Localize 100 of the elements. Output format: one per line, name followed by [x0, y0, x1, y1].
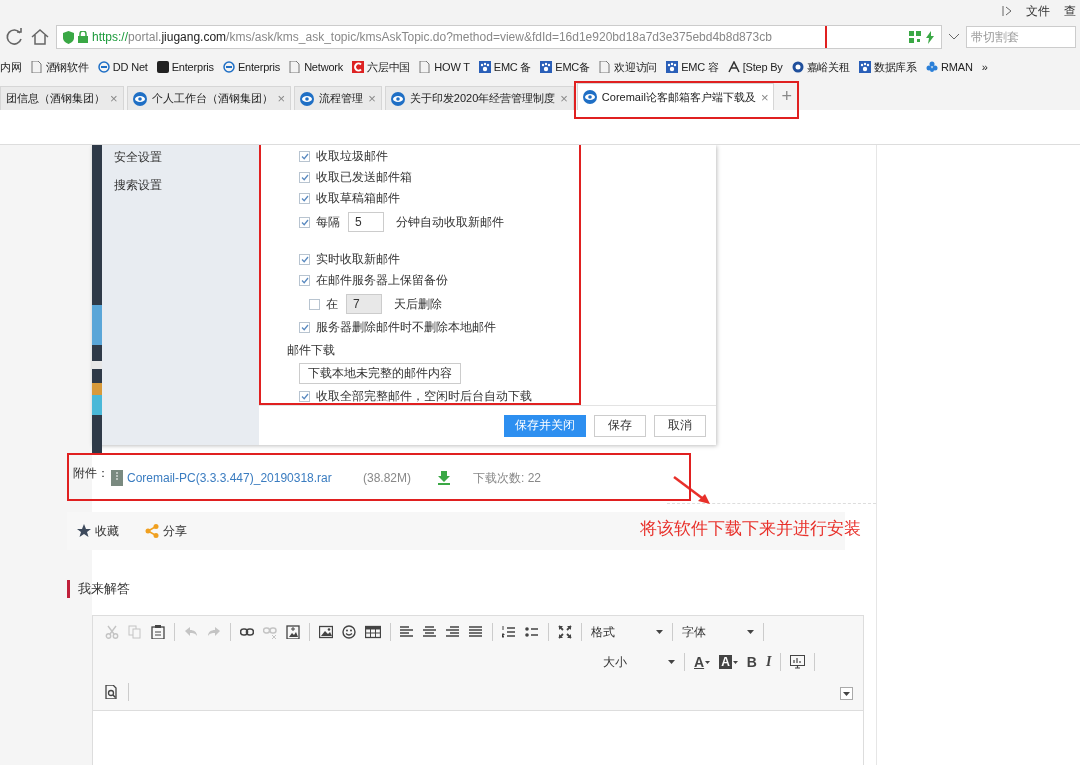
bookmark-link[interactable]: DD Net	[112, 61, 148, 73]
lightning-icon[interactable]	[925, 30, 935, 44]
sidebar-toggle-icon[interactable]	[1002, 5, 1012, 17]
attachment-label: 附件：	[73, 465, 109, 482]
browser-tab[interactable]: 流程管理 ×	[294, 86, 382, 110]
bookmark-link[interactable]: »	[981, 61, 988, 73]
checkbox[interactable]	[299, 151, 310, 162]
eye-logo-icon	[390, 91, 405, 106]
justify-icon[interactable]	[469, 625, 483, 639]
paw-icon	[858, 61, 871, 73]
expand-icon[interactable]	[558, 625, 572, 639]
dropdown[interactable]: 大小	[603, 653, 675, 671]
dialog-button[interactable]: 保存	[594, 414, 646, 437]
url-text[interactable]: https://portal.jiugang.com/kms/ask/kms_ask_topic/kmsAskTopic.do?method=view&fdId=16d1e920bd18a7d3e375ebd4b8d873cb	[92, 30, 772, 44]
checkbox[interactable]	[299, 254, 310, 265]
expand-toolbar-button[interactable]	[840, 687, 853, 700]
close-icon[interactable]: ×	[760, 89, 769, 105]
download-icon[interactable]	[437, 471, 451, 485]
annotation-text: 将该软件下载下来并进行安装	[640, 518, 861, 540]
settings-nav-item[interactable]: 搜索设置	[102, 177, 259, 205]
bold-button[interactable]: B	[746, 654, 757, 670]
checkbox[interactable]	[299, 322, 310, 333]
action-link[interactable]: 收藏	[95, 522, 119, 540]
paw-icon	[478, 61, 491, 73]
settings-nav-item[interactable]: 安全设置	[102, 149, 259, 177]
qr-code-icon[interactable]	[909, 31, 921, 43]
dropdown[interactable]: 格式	[591, 623, 663, 641]
number-field[interactable]: 7	[346, 294, 382, 314]
bookmark-link[interactable]: EMC 备	[493, 59, 532, 75]
bookmark-link[interactable]: EMC备	[555, 59, 590, 75]
download-count: 下载次数: 22	[473, 469, 541, 487]
checkbox[interactable]	[299, 391, 310, 402]
browser-tab[interactable]: 个人工作台（酒钢集团） ×	[126, 86, 292, 110]
menu-item[interactable]: 查	[1064, 2, 1076, 20]
check-mark-icon	[300, 218, 309, 226]
document-search-icon[interactable]	[105, 685, 119, 699]
eye-logo-icon	[132, 91, 147, 106]
table-icon[interactable]	[365, 625, 381, 639]
bookmark-link[interactable]: 内网	[0, 59, 22, 75]
bookmark-link[interactable]: RMAN	[941, 61, 973, 73]
search-field[interactable]: 带切割套	[966, 26, 1076, 48]
bookmark-link[interactable]: [Step By	[742, 61, 783, 73]
paw-icon	[666, 61, 679, 73]
bookmark-link[interactable]: Enterpris	[237, 61, 281, 73]
align-right-icon[interactable]	[446, 625, 460, 639]
browser-tab[interactable]: 团信息（酒钢集团） ×	[0, 86, 124, 110]
check-mark-icon	[300, 393, 309, 400]
option-label: 分钟自动收取新邮件	[396, 213, 504, 231]
option-label: 每隔	[316, 213, 340, 231]
bookmark-link[interactable]: EMC 容	[681, 59, 719, 75]
monitor-icon[interactable]	[790, 655, 806, 669]
bookmark-link[interactable]: 六层中国	[367, 59, 411, 75]
bookmark-link[interactable]: 酒钢软件	[45, 59, 89, 75]
browser-tab[interactable]: 关于印发2020年经营管理制度 ×	[384, 86, 574, 110]
menu-item[interactable]: 文件	[1026, 2, 1050, 20]
bookmark-link[interactable]: Enterpris	[171, 61, 214, 73]
download-button[interactable]: 下载本地未完整的邮件内容	[299, 363, 461, 384]
checkbox[interactable]	[299, 193, 310, 204]
numbered-list-icon[interactable]	[502, 625, 516, 639]
home-icon[interactable]	[30, 27, 50, 47]
caret-icon	[705, 660, 711, 664]
eye-logo-icon	[300, 91, 315, 106]
refresh-icon[interactable]	[4, 27, 24, 47]
bullet-list-icon[interactable]	[525, 625, 539, 639]
align-center-icon[interactable]	[423, 625, 437, 639]
action-link[interactable]: 分享	[163, 522, 187, 540]
italic-button[interactable]: I	[765, 654, 772, 670]
bookmark-link[interactable]: 数据库系	[873, 59, 918, 75]
paw-icon	[540, 61, 553, 73]
image-insert-icon[interactable]	[286, 625, 300, 639]
page-icon	[419, 61, 432, 73]
checkbox[interactable]	[309, 298, 320, 310]
page-icon	[289, 61, 302, 73]
chevron-down-icon[interactable]	[948, 32, 960, 42]
smiley-icon[interactable]	[342, 625, 356, 639]
bookmark-link[interactable]: HOW T	[434, 61, 470, 73]
option-label: 收取草稿箱邮件	[316, 190, 400, 207]
clipboard-icon[interactable]	[151, 625, 165, 639]
archive-file-icon	[111, 470, 123, 486]
dialog-button[interactable]: 取消	[654, 414, 706, 437]
checkbox[interactable]	[299, 216, 310, 228]
caret-icon	[843, 691, 850, 696]
font-color-button[interactable]: A	[694, 654, 711, 670]
bookmark-link[interactable]: 欢迎访问	[613, 59, 658, 75]
bookmark-link[interactable]: 嘉峪关租	[806, 59, 850, 75]
file-link[interactable]: Coremail-PC(3.3.3.447)_20190318.rar	[127, 471, 363, 485]
address-field[interactable]: https://portal.jiugang.com/kms/ask/kms_ask_topic/kmsAskTopic.do?method=view&fdId=16d1e920bd18a7d3e375ebd4b8d873cb	[56, 25, 942, 49]
star-icon[interactable]	[77, 524, 91, 538]
check-mark-icon	[300, 153, 309, 160]
option-label: 收取垃圾邮件	[316, 148, 388, 165]
browser-tab[interactable]: Coremail论客邮箱客户端下载及 ×	[576, 83, 775, 110]
checkbox[interactable]	[299, 172, 310, 183]
dropdown[interactable]: 字体	[682, 623, 754, 641]
number-field[interactable]: 5	[348, 212, 384, 232]
link-icon[interactable]	[240, 625, 254, 639]
eye-logo-icon	[582, 90, 597, 104]
image-icon[interactable]	[319, 625, 333, 639]
checkbox[interactable]	[299, 275, 310, 286]
bookmark-link[interactable]: Network	[304, 61, 344, 73]
align-left-icon[interactable]	[400, 625, 414, 639]
